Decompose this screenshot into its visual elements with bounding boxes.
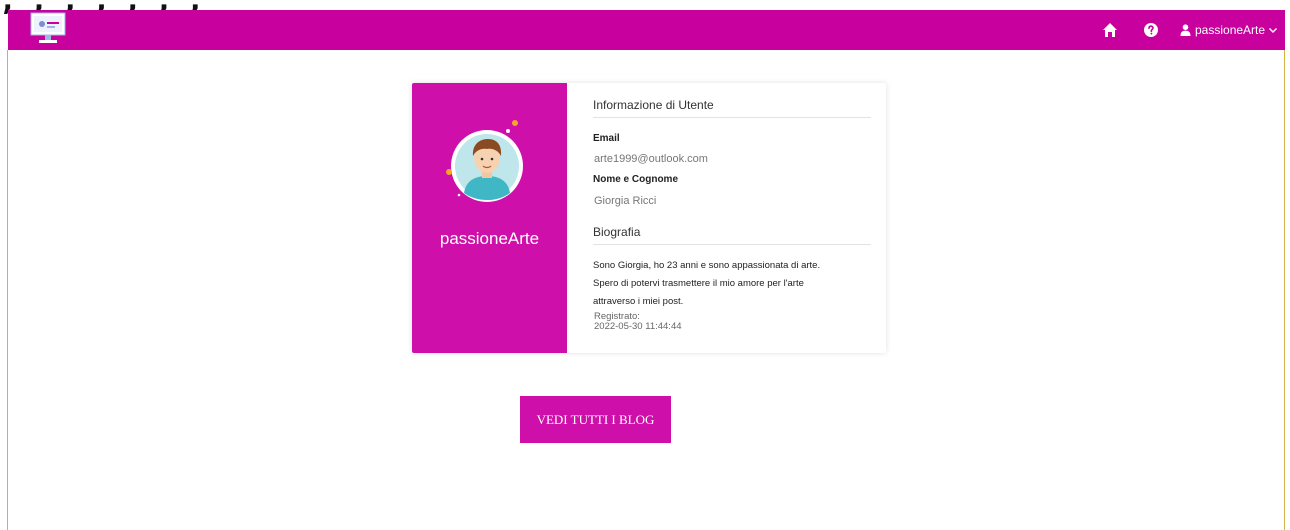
page-frame-right [1284, 50, 1285, 530]
email-value: arte1999@outlook.com [594, 153, 708, 165]
top-navbar: passioneArte [8, 10, 1285, 50]
profile-card: passioneArte Informazione di Utente Emai… [412, 83, 886, 353]
biography-heading: Biografia [593, 225, 871, 245]
avatar [442, 118, 532, 208]
full-name-label: Nome e Cognome [593, 174, 679, 185]
full-name-value: Giorgia Ricci [594, 195, 657, 207]
biography-line: Spero di potervi trasmettere il mio amor… [593, 278, 804, 289]
registration-date: 2022-05-30 11:44:44 [594, 321, 682, 332]
biography-text: Sono Giorgia, ho 23 anni e sono appassio… [593, 257, 873, 311]
biography-line: Sono Giorgia, ho 23 anni e sono appassio… [593, 260, 821, 271]
user-menu-label: passioneArte [1195, 23, 1266, 37]
profile-username: passioneArte [439, 229, 540, 248]
user-info-heading: Informazione di Utente [593, 98, 871, 118]
home-icon[interactable] [1102, 22, 1118, 38]
logo-icon[interactable] [30, 12, 66, 46]
email-label: Email [593, 133, 620, 144]
biography-line: attraverso i miei post. [593, 296, 684, 307]
registration-info: Registrato: 2022-05-30 11:44:44 [594, 312, 682, 332]
chevron-down-icon [1269, 28, 1278, 33]
view-all-blogs-button[interactable]: VEDI TUTTI I BLOG [520, 396, 671, 443]
help-icon[interactable] [1143, 22, 1159, 38]
profile-card-sidebar: passioneArte [412, 83, 567, 353]
user-menu[interactable]: passioneArte [1180, 21, 1282, 39]
page-frame-left [7, 50, 8, 530]
user-icon [1180, 24, 1191, 36]
